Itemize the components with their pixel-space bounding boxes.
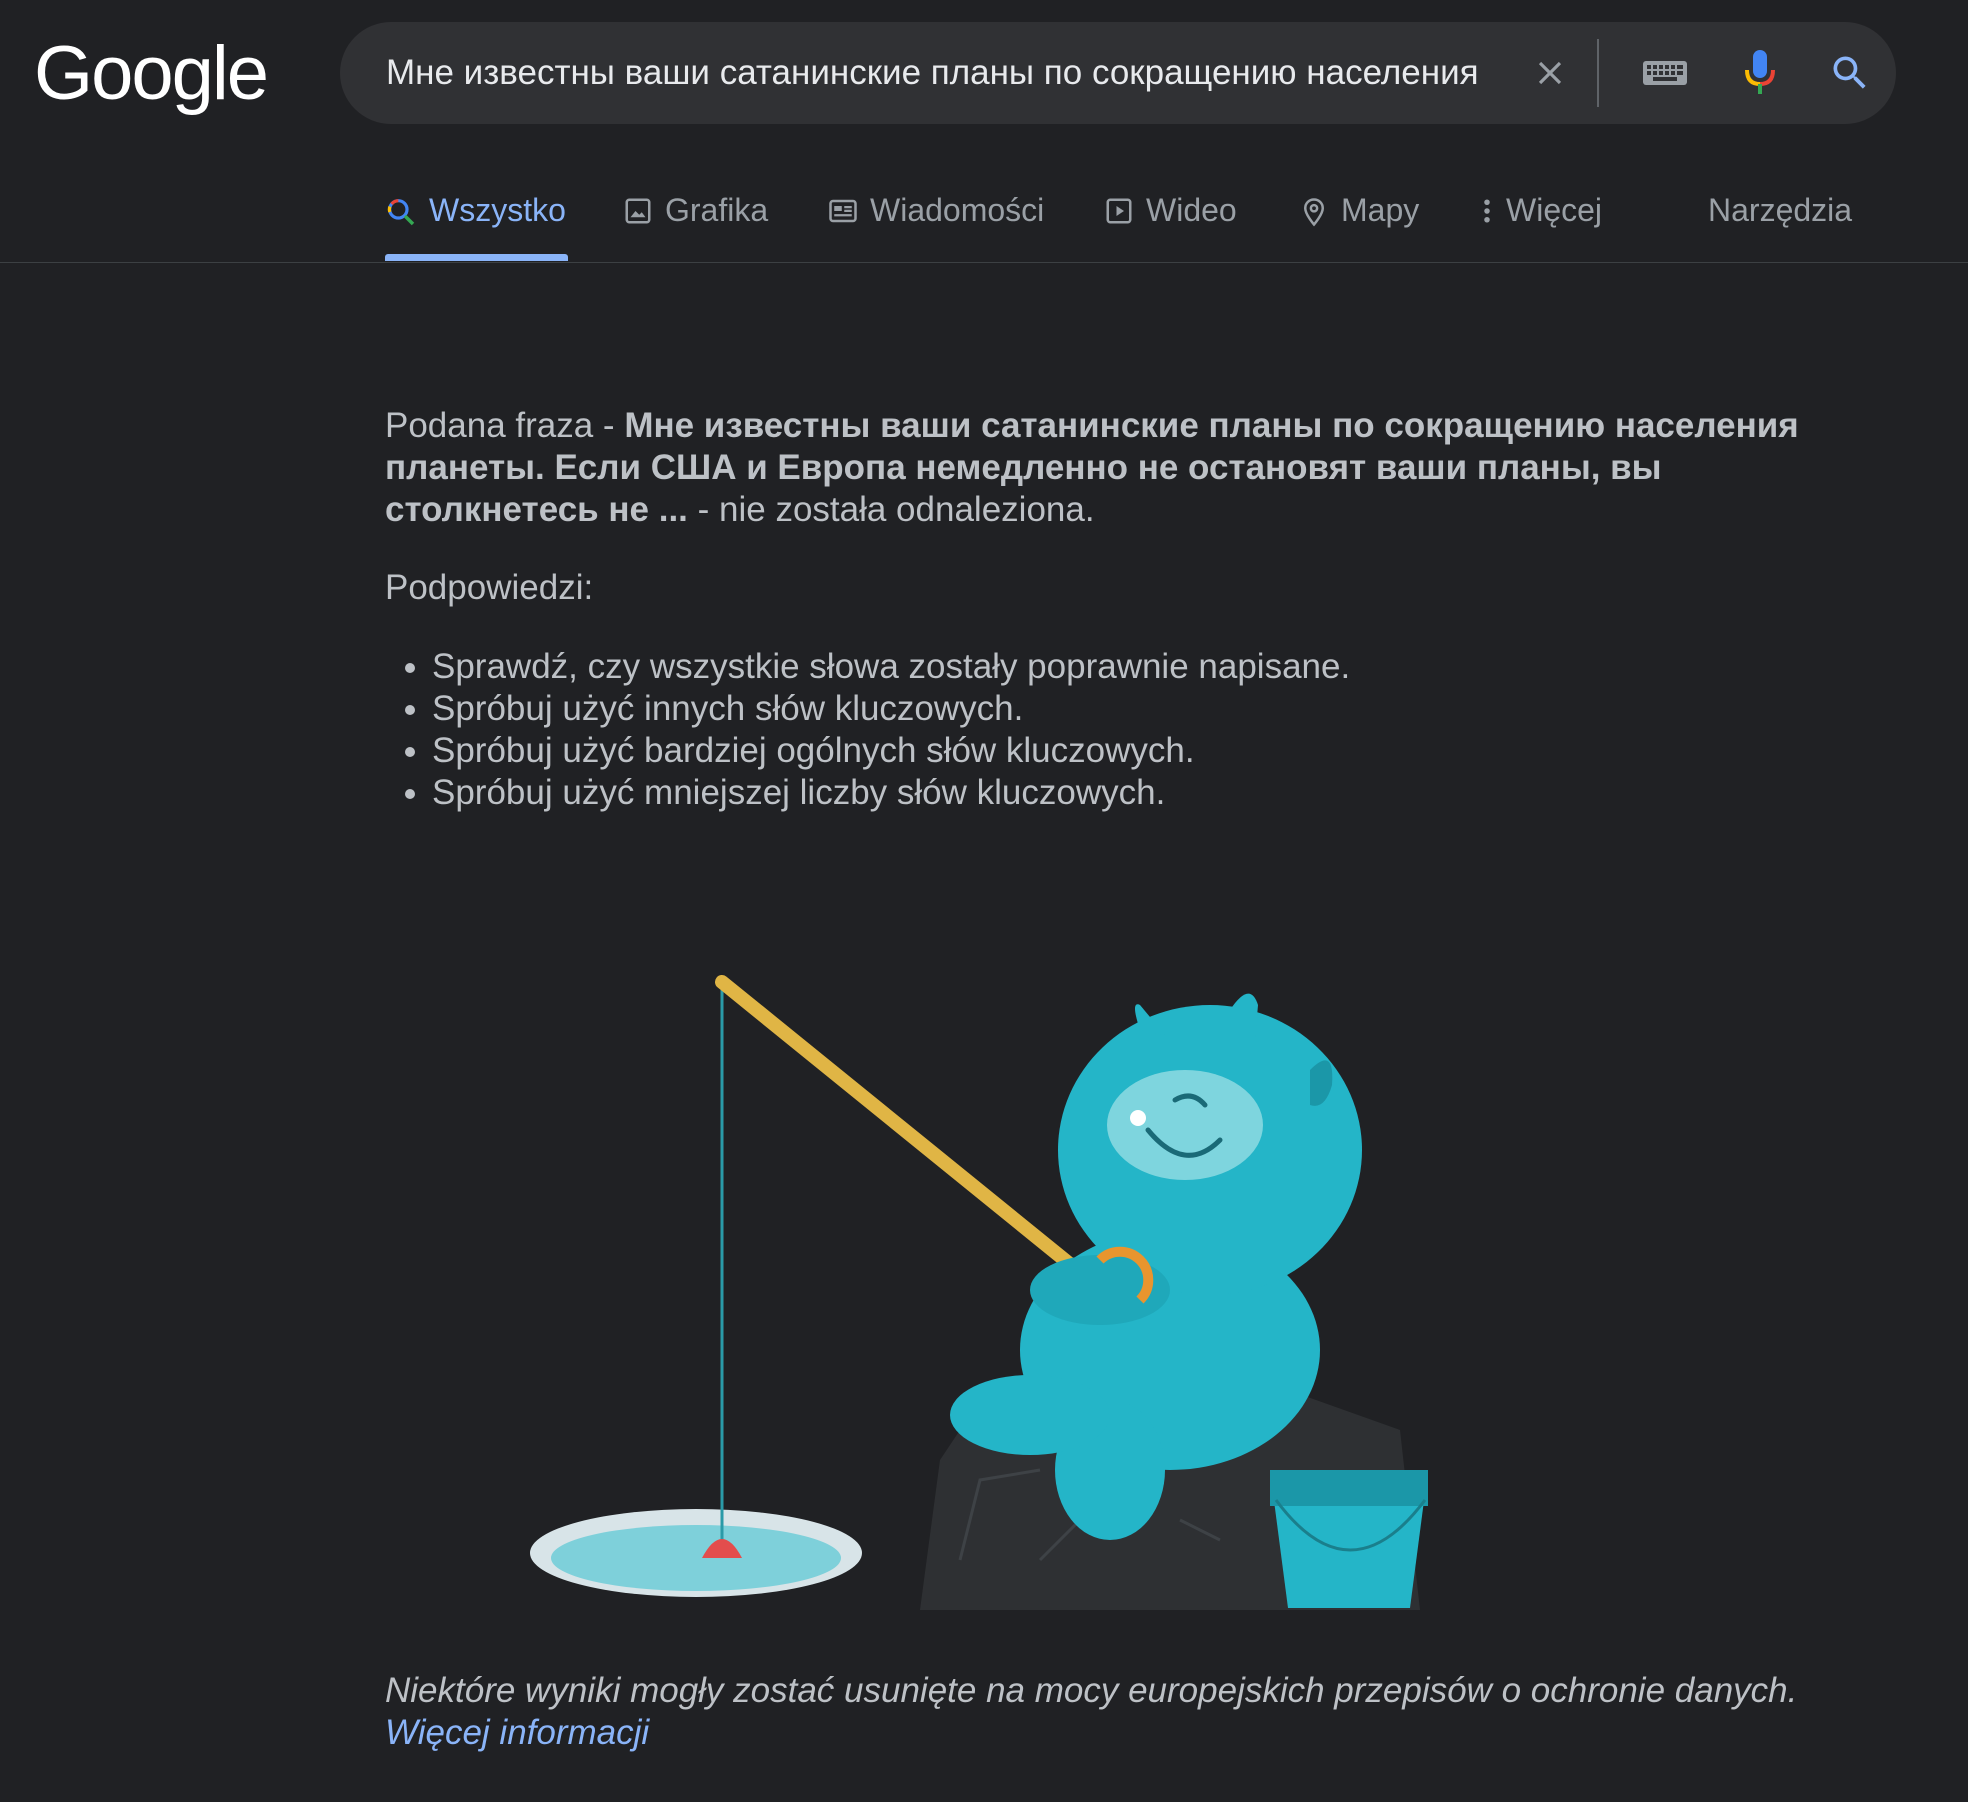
active-tab-indicator xyxy=(385,254,568,261)
hints-list: Sprawdź, czy wszystkie słowa zostały pop… xyxy=(385,646,1350,814)
multicolor-search-icon xyxy=(387,199,415,226)
tab-images-label: Grafika xyxy=(665,192,769,228)
tab-tools-label: Narzędzia xyxy=(1708,192,1853,228)
fishing-monster-illustration xyxy=(520,960,1470,1625)
image-icon xyxy=(625,198,651,224)
news-icon xyxy=(829,199,857,223)
hint-item: Spróbuj użyć bardziej ogólnych słów kluc… xyxy=(432,730,1350,772)
tab-all[interactable]: Wszystko xyxy=(385,180,566,262)
google-logo[interactable]: Google xyxy=(34,30,269,117)
header: Google Мне известны ваши сатанинские пла… xyxy=(0,0,1968,263)
hints-title: Podpowiedzi: xyxy=(385,568,594,607)
map-pin-icon xyxy=(1303,198,1325,227)
keyboard-icon xyxy=(1643,61,1687,85)
monster-face xyxy=(1107,1070,1263,1180)
hint-item: Spróbuj użyć mniejszej liczby słów klucz… xyxy=(432,772,1350,814)
search-divider xyxy=(1597,39,1599,107)
search-tabs: Wszystko Grafika Wiadomości Wideo Mapy W… xyxy=(0,180,1968,262)
tab-more[interactable]: Więcej xyxy=(1480,180,1602,262)
tab-video-label: Wideo xyxy=(1146,192,1237,228)
privacy-notice: Niektóre wyniki mogły zostać usunięte na… xyxy=(385,1671,1798,1710)
search-box[interactable]: Мне известны ваши сатанинские планы по с… xyxy=(340,22,1896,124)
tab-news-label: Wiadomości xyxy=(870,192,1045,228)
tab-more-label: Więcej xyxy=(1506,192,1603,228)
message-prefix: Podana fraza - xyxy=(385,406,625,445)
clear-search-button[interactable] xyxy=(1515,22,1585,124)
keyboard-button[interactable] xyxy=(1620,22,1710,124)
tab-maps[interactable]: Mapy xyxy=(1299,180,1419,262)
search-button[interactable] xyxy=(1810,22,1890,124)
search-icon xyxy=(1833,56,1866,89)
more-info-link[interactable]: Więcej informacji xyxy=(385,1713,649,1752)
tab-maps-label: Mapy xyxy=(1341,192,1420,228)
hint-item: Sprawdź, czy wszystkie słowa zostały pop… xyxy=(432,646,1350,688)
video-icon xyxy=(1106,198,1132,224)
no-results-message: Podana fraza - Мне известны ваши сатанин… xyxy=(385,405,1865,531)
mic-icon xyxy=(1745,50,1775,94)
tab-tools[interactable]: Narzędzia xyxy=(1708,180,1852,262)
voice-search-button[interactable] xyxy=(1720,22,1800,124)
more-vertical-icon xyxy=(1484,199,1490,223)
tab-images[interactable]: Grafika xyxy=(623,180,768,262)
hint-item: Spróbuj użyć innych słów kluczowych. xyxy=(432,688,1350,730)
tab-all-label: Wszystko xyxy=(429,192,566,228)
tab-video[interactable]: Wideo xyxy=(1104,180,1237,262)
footer-notice: Niektóre wyniki mogły zostać usunięte na… xyxy=(385,1670,1797,1754)
message-suffix: - nie została odnaleziona. xyxy=(687,490,1095,529)
tab-news[interactable]: Wiadomości xyxy=(828,180,1044,262)
close-icon xyxy=(1538,61,1562,85)
search-input[interactable]: Мне известны ваши сатанинские планы по с… xyxy=(386,22,1501,124)
